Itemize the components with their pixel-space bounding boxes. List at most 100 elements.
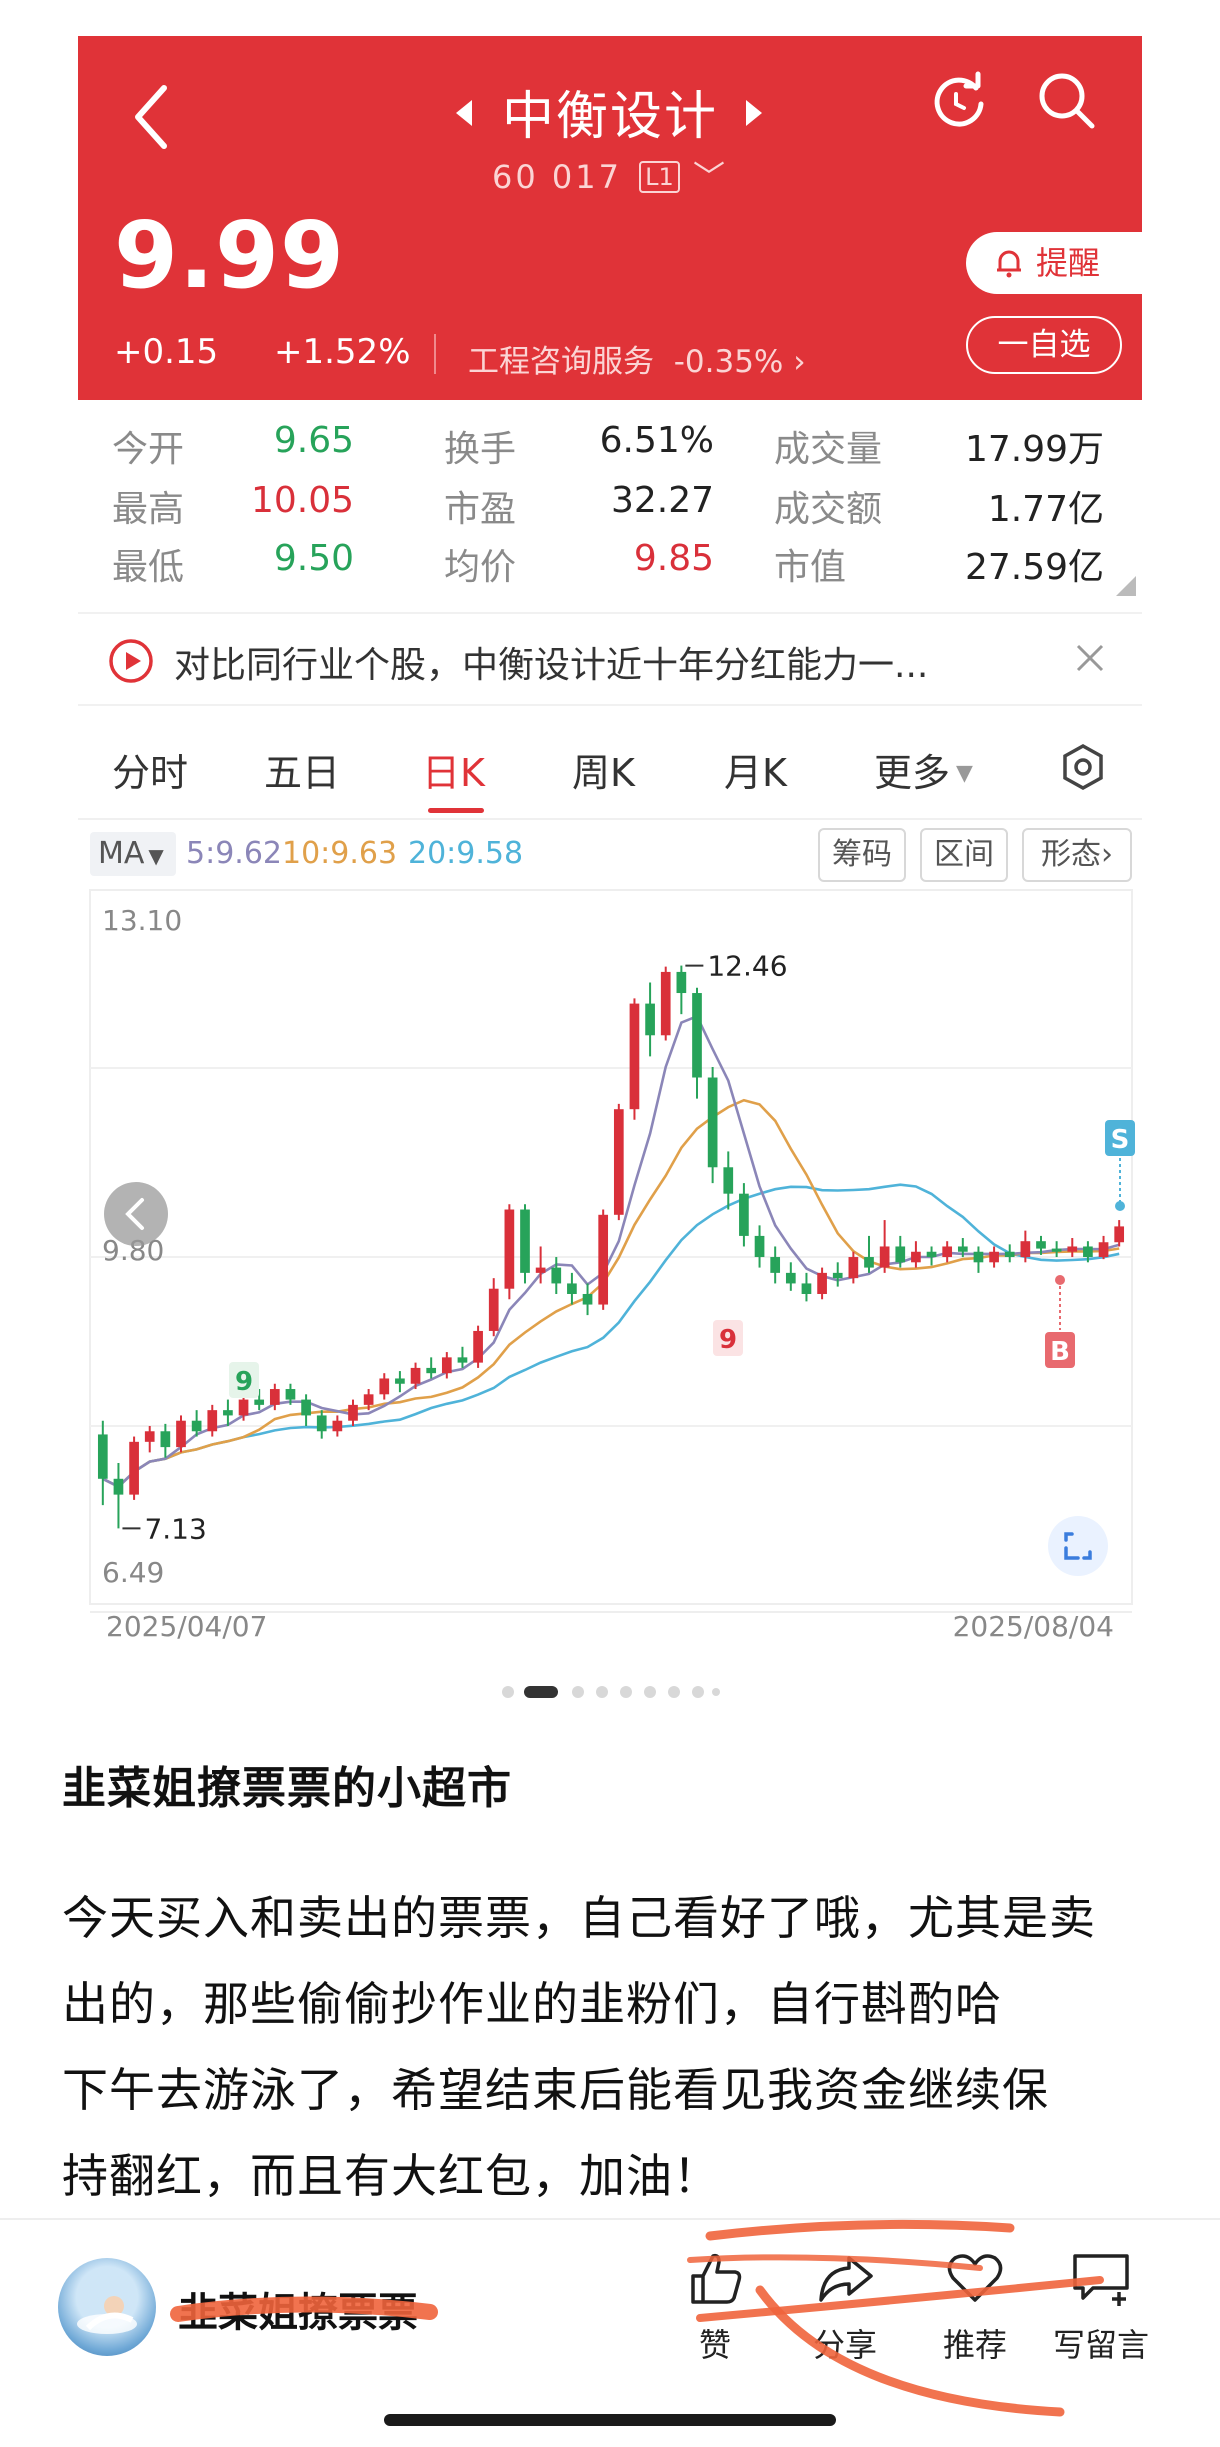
count-nine-badge: 9: [719, 1325, 737, 1355]
candle-body: [801, 1283, 812, 1294]
chart-prev-button-bg: [104, 1182, 168, 1246]
buy-signal-dot: [1055, 1275, 1065, 1285]
candle-body: [473, 1330, 483, 1363]
candle-body: [535, 1267, 546, 1273]
pager-dot: [692, 1686, 704, 1698]
candle-body: [269, 1389, 280, 1405]
candle-body: [676, 971, 687, 994]
thumbs-up-icon: [691, 2253, 742, 2304]
candle-body: [160, 1431, 171, 1448]
avatar-image: [77, 2296, 137, 2334]
candle-body: [285, 1389, 296, 1400]
candle-body: [1020, 1241, 1031, 1258]
home-indicator: [384, 2414, 836, 2426]
pager-dot: [596, 1686, 608, 1698]
candle-body: [520, 1209, 530, 1273]
low-marker-label: 7.13: [144, 1512, 206, 1545]
comment-label: 写留言: [1052, 2326, 1149, 2364]
candle-body: [739, 1193, 749, 1236]
post-line: 今天买入和卖出的票票，自己看好了哦，尤其是卖: [62, 1891, 1096, 1945]
candle-body: [942, 1246, 953, 1258]
heart-icon: [947, 2254, 1003, 2302]
post-title: 韭菜姐撩票票的小超市: [62, 1763, 512, 1814]
candle-body: [129, 1441, 139, 1495]
post-line: 出的，那些偷偷抄作业的韭粉们，自行斟酌哈: [62, 1977, 1002, 2031]
buy-signal-badge: B: [1050, 1337, 1070, 1367]
candle-body: [488, 1288, 499, 1331]
pager-dot-active: [524, 1686, 558, 1698]
candle-body: [363, 1394, 374, 1405]
avatar[interactable]: [58, 2258, 156, 2356]
candle-body: [957, 1246, 968, 1252]
y-axis-top-label: 13.10: [102, 904, 182, 937]
candle-body: [316, 1415, 327, 1432]
candle-body: [879, 1246, 890, 1268]
candle-body: [660, 971, 671, 1036]
recommend-button[interactable]: 推荐: [920, 2246, 1030, 2376]
ma20-path: [102, 1183, 1120, 1489]
candle-body: [926, 1251, 937, 1258]
ma10-line: [102, 1098, 1120, 1489]
sell-signal-badge: S: [1111, 1125, 1130, 1155]
candle-body: [223, 1410, 233, 1416]
candle-body: [1067, 1246, 1078, 1252]
comment-button[interactable]: 写留言: [1046, 2246, 1156, 2376]
comment-icon: [1073, 2254, 1129, 2306]
candle-body: [692, 993, 702, 1078]
candle-body: [1098, 1242, 1109, 1258]
post-line: 持翻红，而且有大红包，加油！: [62, 2149, 720, 2203]
candle-body: [441, 1357, 452, 1374]
candle-body: [144, 1431, 155, 1442]
like-button[interactable]: 赞: [660, 2246, 770, 2376]
high-marker-label: 12.46: [707, 950, 787, 983]
candle-body: [817, 1272, 827, 1294]
candle-body: [911, 1251, 921, 1263]
pager-dot: [712, 1688, 720, 1696]
share-button[interactable]: 分享: [790, 2246, 900, 2376]
candlestick-chart[interactable]: 13.109.806.492025/04/07 2025/08/0412.467.…: [0, 0, 1220, 1720]
candle-body: [723, 1167, 734, 1194]
candle-body: [332, 1420, 343, 1432]
post-line: 下午去游泳了，希望结束后能看见我资金继续保: [62, 2063, 1049, 2117]
candle-body: [754, 1235, 765, 1258]
like-label: 赞: [698, 2326, 731, 2364]
candle-body: [410, 1367, 421, 1384]
candle-body: [395, 1378, 405, 1384]
candle-body: [426, 1367, 437, 1374]
candle-body: [238, 1399, 249, 1416]
candle-body: [176, 1420, 186, 1448]
candle-body: [1083, 1246, 1093, 1258]
x-axis-start-label: 2025/04/07: [106, 1610, 267, 1643]
chart-labels: 13.109.806.492025/04/07 2025/08/0412.467.…: [102, 904, 1135, 1643]
candle-body: [989, 1251, 999, 1263]
candle-body: [191, 1420, 202, 1432]
candle-body: [832, 1272, 843, 1279]
author-name[interactable]: 韭菜姐撩票票: [178, 2280, 418, 2338]
share-label: 分享: [812, 2326, 877, 2364]
candle-body: [567, 1283, 577, 1294]
pager-dot: [668, 1686, 680, 1698]
candle-body: [864, 1257, 874, 1268]
candle-body: [1004, 1251, 1015, 1258]
candle-body: [504, 1209, 515, 1289]
candle-body: [301, 1399, 311, 1416]
candle-body: [973, 1251, 984, 1263]
pager-dot: [572, 1686, 584, 1698]
fullscreen-button[interactable]: [1048, 1516, 1108, 1576]
candle-body: [613, 1109, 624, 1215]
candle-body: [645, 1003, 655, 1036]
candle-body: [254, 1399, 265, 1405]
candle-body: [707, 1077, 718, 1168]
x-axis-end-label: 2025/08/04: [953, 1610, 1114, 1643]
candle-body: [379, 1378, 390, 1395]
share-icon: [819, 2256, 873, 2302]
candle-body: [895, 1246, 906, 1263]
pager-dot: [502, 1686, 514, 1698]
candle-body: [770, 1257, 781, 1273]
fullscreen-button-bg: [1048, 1516, 1108, 1576]
y-axis-bottom-label: 6.49: [102, 1556, 164, 1589]
candle-body: [113, 1478, 124, 1495]
chart-grid: [89, 889, 1133, 1613]
candle-body: [1051, 1248, 1062, 1252]
chart-prev-button[interactable]: [104, 1182, 168, 1246]
